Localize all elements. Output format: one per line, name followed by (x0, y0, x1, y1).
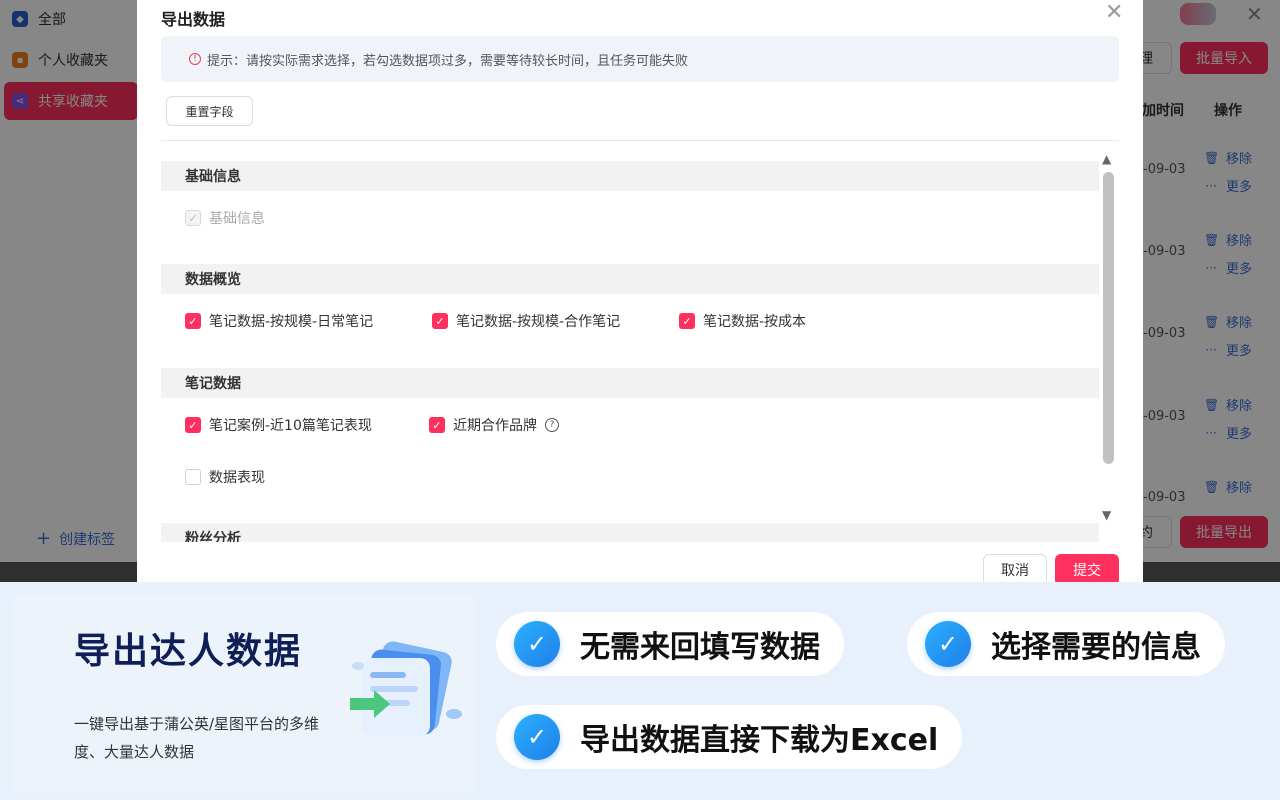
feature-pill: ✓ 选择需要的信息 (907, 612, 1225, 676)
checkbox-notes-daily[interactable]: ✓ 笔记数据-按规模-日常笔记 (185, 311, 373, 331)
notice-text: 提示：请按实际需求选择，若勾选数据项过多，需要等待较长时间，且任务可能失败 (207, 53, 689, 69)
checkbox-basic-info: ✓ 基础信息 (185, 208, 265, 228)
checkbox-icon: ✓ (432, 313, 448, 329)
export-data-modal: 导出数据 ✕ ! 提示：请按实际需求选择，若勾选数据项过多，需要等待较长时间，且… (137, 0, 1143, 592)
checkbox-data-performance[interactable]: 数据表现 (185, 467, 265, 487)
scroll-up-icon[interactable]: ▲ (1102, 152, 1111, 166)
feature-text: 无需来回填写数据 (580, 630, 820, 665)
checkbox-recent-brands[interactable]: ✓ 近期合作品牌 ? (429, 415, 559, 435)
check-icon: ✓ (514, 714, 560, 760)
check-icon: ✓ (514, 621, 560, 667)
checkbox-label: 笔记案例-近10篇笔记表现 (209, 418, 372, 434)
cancel-label: 取消 (1001, 563, 1029, 579)
checkbox-label: 笔记数据-按规模-日常笔记 (209, 314, 374, 330)
feature-pill: ✓ 导出数据直接下载为Excel (496, 705, 963, 769)
checkbox-notes-cost[interactable]: ✓ 笔记数据-按成本 (679, 311, 806, 331)
help-icon[interactable]: ? (545, 418, 559, 432)
checkbox-label: 笔记数据-按规模-合作笔记 (456, 314, 621, 330)
checkbox-label: 笔记数据-按成本 (703, 314, 807, 330)
feature-text: 选择需要的信息 (991, 630, 1201, 665)
close-icon[interactable]: ✕ (1105, 2, 1123, 24)
info-icon: ! (189, 53, 201, 65)
divider (161, 140, 1119, 141)
checkbox-label: 近期合作品牌 (453, 418, 537, 434)
reset-fields-label: 重置字段 (185, 104, 234, 119)
checkbox-recent-notes[interactable]: ✓ 笔记案例-近10篇笔记表现 (185, 415, 372, 435)
checkbox-icon: ✓ (679, 313, 695, 329)
checkbox-icon: ✓ (185, 417, 201, 433)
checkbox-icon: ✓ (185, 313, 201, 329)
document-export-illustration (350, 641, 462, 736)
section-header: 基础信息 (161, 161, 1099, 191)
feature-text: 导出数据直接下载为Excel (580, 723, 939, 758)
reset-fields-button[interactable]: 重置字段 (166, 96, 253, 126)
checkbox-icon: ✓ (185, 210, 201, 226)
promo-description: 一键导出基于蒲公英/星图平台的多维度、大量达人数据 (74, 715, 320, 761)
section-header: 笔记数据 (161, 368, 1099, 398)
scroll-down-icon[interactable]: ▼ (1102, 508, 1111, 522)
notice-banner: ! 提示：请按实际需求选择，若勾选数据项过多，需要等待较长时间，且任务可能失败 (161, 36, 1119, 82)
promo-banner: 导出达人数据 一键导出基于蒲公英/星图平台的多维度、大量达人数据 ✓ 无需来回填… (0, 582, 1280, 800)
scrollbar-thumb[interactable] (1103, 172, 1114, 464)
check-icon: ✓ (925, 621, 971, 667)
section-header: 数据概览 (161, 264, 1099, 294)
checkbox-label: 数据表现 (209, 470, 265, 486)
scrollbar[interactable]: ▲ ▼ (1100, 152, 1116, 532)
promo-title: 导出达人数据 (74, 631, 303, 672)
checkbox-label: 基础信息 (209, 211, 265, 227)
feature-pill: ✓ 无需来回填写数据 (496, 612, 844, 676)
submit-label: 提交 (1073, 563, 1101, 579)
checkbox-icon: ✓ (429, 417, 445, 433)
modal-title: 导出数据 (161, 10, 226, 29)
checkbox-icon (185, 469, 201, 485)
field-list: 基础信息 ✓ 基础信息 数据概览 ✓ 笔记数据-按规模-日常笔记 ✓ 笔记数据-… (161, 152, 1099, 542)
section-header: 粉丝分析 (161, 523, 1099, 542)
checkbox-notes-collab[interactable]: ✓ 笔记数据-按规模-合作笔记 (432, 311, 620, 331)
